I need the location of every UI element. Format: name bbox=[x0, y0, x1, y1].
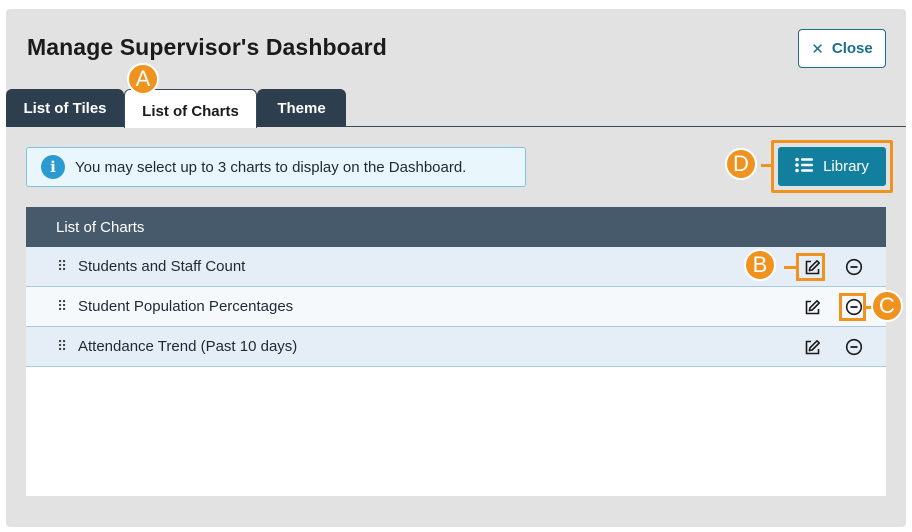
list-icon bbox=[795, 157, 814, 177]
edit-icon[interactable] bbox=[802, 297, 822, 317]
drag-handle-icon[interactable]: ⠿ bbox=[57, 298, 69, 315]
edit-icon[interactable] bbox=[802, 257, 822, 277]
row-actions bbox=[802, 297, 864, 317]
callout-d-badge: D bbox=[725, 148, 757, 180]
chart-name: Student Population Percentages bbox=[78, 298, 294, 315]
chart-name: Students and Staff Count bbox=[78, 258, 246, 275]
remove-icon[interactable] bbox=[844, 337, 864, 357]
remove-icon[interactable] bbox=[844, 257, 864, 277]
library-label: Library bbox=[823, 158, 869, 175]
drag-handle-icon[interactable]: ⠿ bbox=[57, 258, 69, 275]
close-label: Close bbox=[831, 40, 873, 57]
remove-icon[interactable] bbox=[844, 297, 864, 317]
library-button[interactable]: Library bbox=[778, 147, 886, 186]
list-item: ⠿ Attendance Trend (Past 10 days) bbox=[26, 327, 886, 367]
tab-list-of-tiles[interactable]: List of Tiles bbox=[6, 89, 124, 127]
info-message: You may select up to 3 charts to display… bbox=[75, 158, 467, 176]
dialog-title: Manage Supervisor's Dashboard bbox=[27, 34, 387, 60]
callout-a-badge: A bbox=[127, 63, 159, 95]
callout-b-badge: B bbox=[744, 249, 776, 281]
chart-name: Attendance Trend (Past 10 days) bbox=[78, 338, 298, 355]
close-icon: ✕ bbox=[811, 40, 824, 58]
list-item: ⠿ Student Population Percentages bbox=[26, 287, 886, 327]
row-actions bbox=[802, 257, 864, 277]
tab-theme[interactable]: Theme bbox=[257, 89, 346, 127]
list-header: List of Charts bbox=[26, 207, 886, 247]
close-button[interactable]: ✕ Close bbox=[798, 29, 886, 68]
info-banner: i You may select up to 3 charts to displ… bbox=[26, 147, 526, 187]
library-highlight: Library bbox=[771, 140, 893, 193]
drag-handle-icon[interactable]: ⠿ bbox=[57, 338, 69, 355]
info-icon: i bbox=[41, 155, 65, 179]
row-actions bbox=[802, 337, 864, 357]
callout-c-badge: C bbox=[871, 290, 903, 322]
edit-icon[interactable] bbox=[802, 337, 822, 357]
